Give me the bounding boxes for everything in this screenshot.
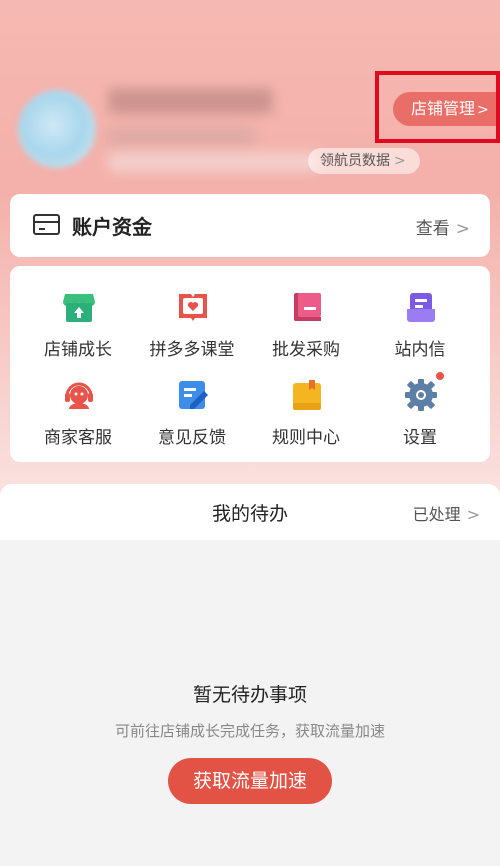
grid-item-settings[interactable]: 设置	[360, 372, 480, 458]
account-funds-title: 账户资金	[72, 215, 152, 239]
navigator-data-button[interactable]: 领航员数据 >	[308, 148, 420, 174]
grid-item-rules[interactable]: 规则中心	[246, 378, 366, 458]
shop-info-blurred	[106, 128, 256, 146]
inbox-message-icon	[404, 290, 438, 324]
view-link[interactable]: 查看 >	[416, 214, 470, 239]
tools-grid-card: 店铺成长 拼多多课堂 批发采购 站内信 商家客服 意见反馈 规则中心 设置	[10, 266, 490, 462]
feedback-edit-icon	[176, 378, 210, 412]
grid-item-label: 拼多多课堂	[149, 340, 235, 360]
chevron-right-icon: >	[394, 153, 406, 169]
view-label: 查看	[415, 219, 450, 239]
empty-todo-title: 暂无待办事项	[192, 684, 307, 706]
my-todo-header: 我的待办 已处理 >	[0, 484, 500, 540]
grid-item-shop-growth[interactable]: 店铺成长	[18, 290, 138, 370]
navigator-data-label: 领航员数据	[320, 153, 390, 169]
grid-item-label: 站内信	[394, 340, 446, 360]
rules-folder-icon	[290, 378, 324, 412]
wallet-card-icon	[33, 214, 60, 235]
settings-gear-icon	[404, 372, 444, 412]
headset-service-icon	[62, 378, 96, 412]
processed-link[interactable]: 已处理 >	[413, 501, 480, 525]
notification-dot	[436, 372, 444, 380]
chevron-right-icon: >	[455, 219, 470, 239]
shop-name-blurred	[108, 88, 273, 114]
grid-item-feedback[interactable]: 意见反馈	[132, 378, 252, 458]
processed-label: 已处理	[412, 505, 461, 524]
grid-item-label: 批发采购	[272, 340, 340, 360]
grid-item-customer-service[interactable]: 商家客服	[18, 378, 138, 458]
shop-info-blurred-2	[108, 152, 318, 172]
empty-todo-description: 可前往店铺成长完成任务，获取流量加速	[114, 722, 385, 740]
avatar[interactable]	[18, 90, 96, 168]
grid-item-label: 商家客服	[44, 428, 112, 448]
grid-item-label: 规则中心	[272, 428, 340, 448]
account-funds-card[interactable]: 账户资金 查看 >	[10, 194, 490, 257]
grid-item-label: 店铺成长	[44, 340, 112, 360]
get-traffic-boost-button[interactable]: 获取流量加速	[168, 758, 332, 804]
grid-item-label: 意见反馈	[158, 428, 226, 448]
chevron-right-icon: >	[466, 505, 480, 524]
wholesale-book-icon	[290, 290, 324, 324]
shop-growth-icon	[62, 290, 96, 324]
grid-item-class[interactable]: 拼多多课堂	[132, 290, 252, 370]
grid-item-label: 设置	[403, 428, 437, 448]
class-book-icon	[176, 290, 210, 324]
grid-item-wholesale[interactable]: 批发采购	[246, 290, 366, 370]
grid-item-inbox[interactable]: 站内信	[360, 290, 480, 370]
highlight-box	[375, 71, 500, 143]
